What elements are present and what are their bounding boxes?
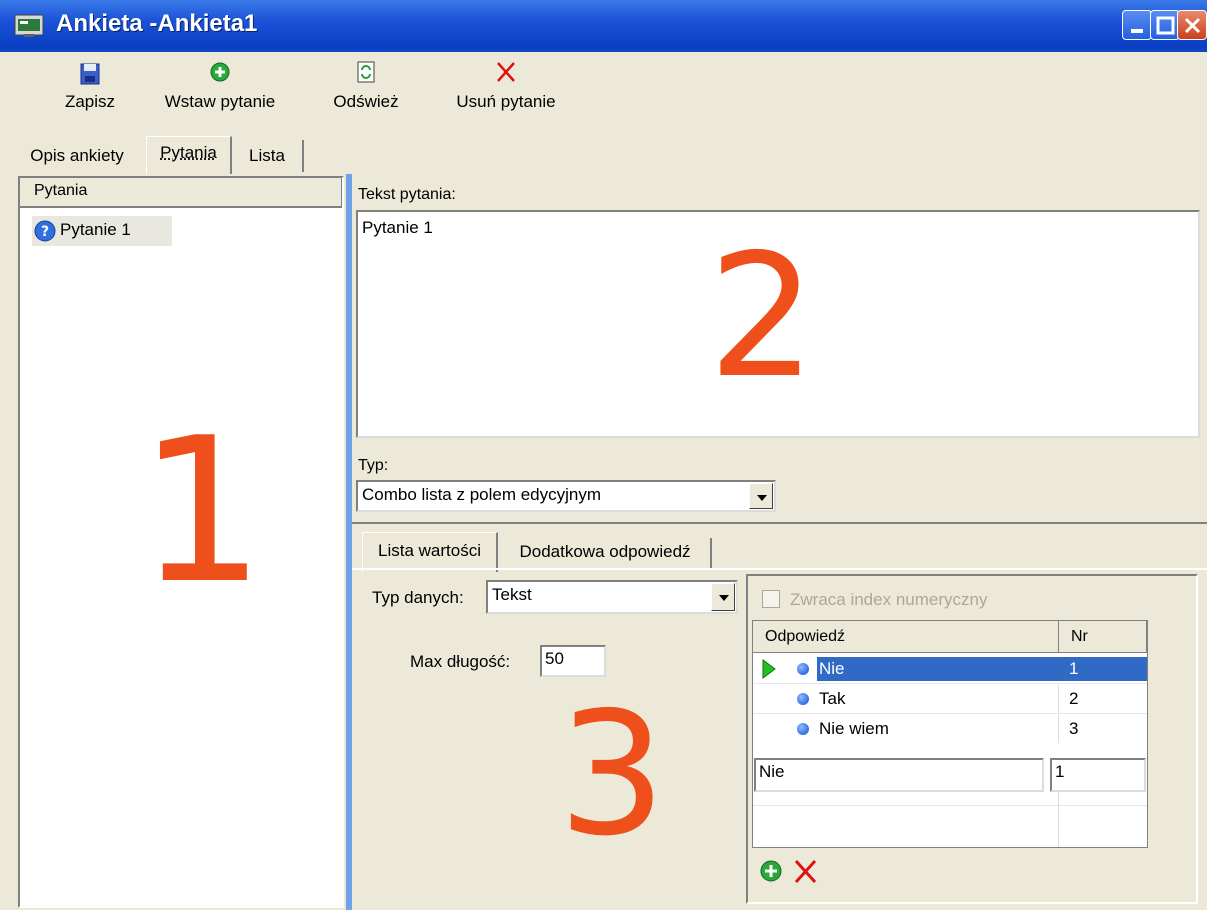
row-divider	[753, 805, 1147, 806]
answer-edit-value: Nie	[759, 762, 785, 781]
question-text-label: Tekst pytania:	[358, 186, 456, 203]
add-circle-icon	[210, 62, 230, 82]
data-type-select[interactable]: Tekst	[486, 580, 738, 614]
delete-question-button[interactable]: Usuń pytanie	[436, 60, 576, 112]
answer-cell: Nie wiem	[819, 719, 889, 738]
add-answer-button[interactable]	[756, 856, 786, 886]
minimize-icon	[1131, 29, 1143, 33]
answer-cell: Nie	[819, 659, 845, 678]
close-icon	[1184, 17, 1201, 34]
bullet-icon	[797, 693, 809, 705]
type-label: Typ:	[358, 457, 389, 474]
table-row[interactable]: Nie wiem 3	[753, 715, 1147, 743]
bullet-icon	[797, 723, 809, 735]
tab-values-list-label: Lista wartości	[378, 541, 481, 560]
chevron-down-icon[interactable]	[749, 483, 773, 509]
question-tree-item[interactable]: ? Pytanie 1	[32, 216, 172, 246]
title-bar: Ankieta -Ankieta1	[0, 0, 1207, 52]
main-tabs: Opis ankiety Pytania Lista	[0, 134, 1207, 174]
row-pointer-icon	[762, 659, 776, 679]
max-length-value: 50	[545, 649, 564, 668]
question-type-select[interactable]: Combo lista z polem edycyjnym	[356, 480, 776, 512]
data-type-value: Tekst	[492, 585, 532, 604]
tab-values-list[interactable]: Lista wartości	[362, 532, 498, 572]
max-length-input[interactable]: 50	[540, 645, 606, 677]
data-type-label: Typ danych:	[372, 588, 464, 607]
tab-questions-label: Pytania	[160, 143, 217, 162]
save-button[interactable]: Zapisz	[50, 60, 130, 112]
maximize-button[interactable]	[1150, 10, 1180, 40]
floppy-disk-icon	[80, 63, 100, 85]
row-selection-highlight	[817, 657, 1147, 681]
column-header-answer[interactable]: Odpowiedź	[753, 621, 1059, 653]
add-circle-icon	[760, 860, 782, 882]
max-length-label: Max długość:	[410, 652, 511, 671]
column-header-nr[interactable]: Nr	[1059, 621, 1147, 653]
refresh-button[interactable]: Odśwież	[318, 60, 414, 112]
numeric-index-checkbox[interactable]	[762, 590, 780, 608]
insert-question-button[interactable]: Wstaw pytanie	[150, 60, 290, 112]
subtabs-divider	[352, 568, 1207, 570]
refresh-icon	[357, 61, 375, 83]
app-window-icon	[14, 14, 44, 37]
tab-extra-answer[interactable]: Dodatkowa odpowiedź	[500, 538, 712, 568]
answers-grid: Odpowiedź Nr Nie 1 Tak 2 Nie wiem 3	[752, 620, 1148, 848]
delete-x-icon	[794, 859, 817, 884]
answer-edit-input[interactable]: Nie	[754, 758, 1044, 792]
table-row[interactable]: Tak 2	[753, 685, 1147, 713]
toolbar: Zapisz Wstaw pytanie Odśwież Usuń pytani…	[0, 52, 1207, 132]
close-button[interactable]	[1177, 10, 1207, 40]
cell-divider	[1058, 685, 1059, 713]
answer-cell: Tak	[819, 689, 846, 708]
cell-divider	[1058, 715, 1059, 743]
question-tree-item-label: Pytanie 1	[60, 220, 131, 239]
question-icon: ?	[34, 220, 56, 242]
save-label: Zapisz	[64, 92, 116, 111]
tab-survey-description[interactable]: Opis ankiety	[8, 140, 146, 172]
values-tabs: Lista wartości Dodatkowa odpowiedź	[352, 530, 1207, 572]
nr-edit-value: 1	[1055, 762, 1065, 781]
nr-edit-input[interactable]: 1	[1050, 758, 1146, 792]
nr-cell: 2	[1069, 689, 1079, 708]
minimize-button[interactable]	[1122, 10, 1152, 40]
refresh-label: Odśwież	[333, 92, 399, 111]
delete-question-label: Usuń pytanie	[456, 92, 556, 111]
tab-questions[interactable]: Pytania	[146, 136, 232, 174]
insert-question-label: Wstaw pytanie	[164, 92, 276, 111]
tab-extra-answer-label: Dodatkowa odpowiedź	[519, 542, 691, 561]
delete-x-icon	[497, 62, 515, 82]
questions-column-header[interactable]: Pytania	[20, 178, 342, 208]
row-divider	[753, 713, 1147, 714]
table-row[interactable]: Nie 1	[753, 655, 1147, 683]
svg-text:?: ?	[41, 224, 49, 240]
panel-marker-2: 2	[708, 218, 817, 416]
cell-divider	[1058, 791, 1059, 847]
question-type-value: Combo lista z polem edycyjnym	[362, 485, 602, 504]
nr-cell: 1	[1069, 659, 1079, 678]
tab-list-label: Lista	[249, 146, 285, 165]
panel-marker-1: 1	[138, 395, 266, 628]
nr-cell: 3	[1069, 719, 1079, 738]
panel-marker-3: 3	[558, 676, 667, 874]
row-divider	[753, 683, 1147, 684]
tab-list[interactable]: Lista	[232, 140, 304, 172]
chevron-down-icon[interactable]	[711, 583, 735, 611]
remove-answer-button[interactable]	[790, 856, 820, 886]
numeric-index-label: Zwraca index numeryczny	[790, 590, 988, 609]
tab-survey-description-label: Opis ankiety	[30, 146, 124, 165]
question-text-value: Pytanie 1	[362, 218, 433, 237]
bullet-icon	[797, 663, 809, 675]
window-title: Ankieta -Ankieta1	[56, 10, 258, 37]
